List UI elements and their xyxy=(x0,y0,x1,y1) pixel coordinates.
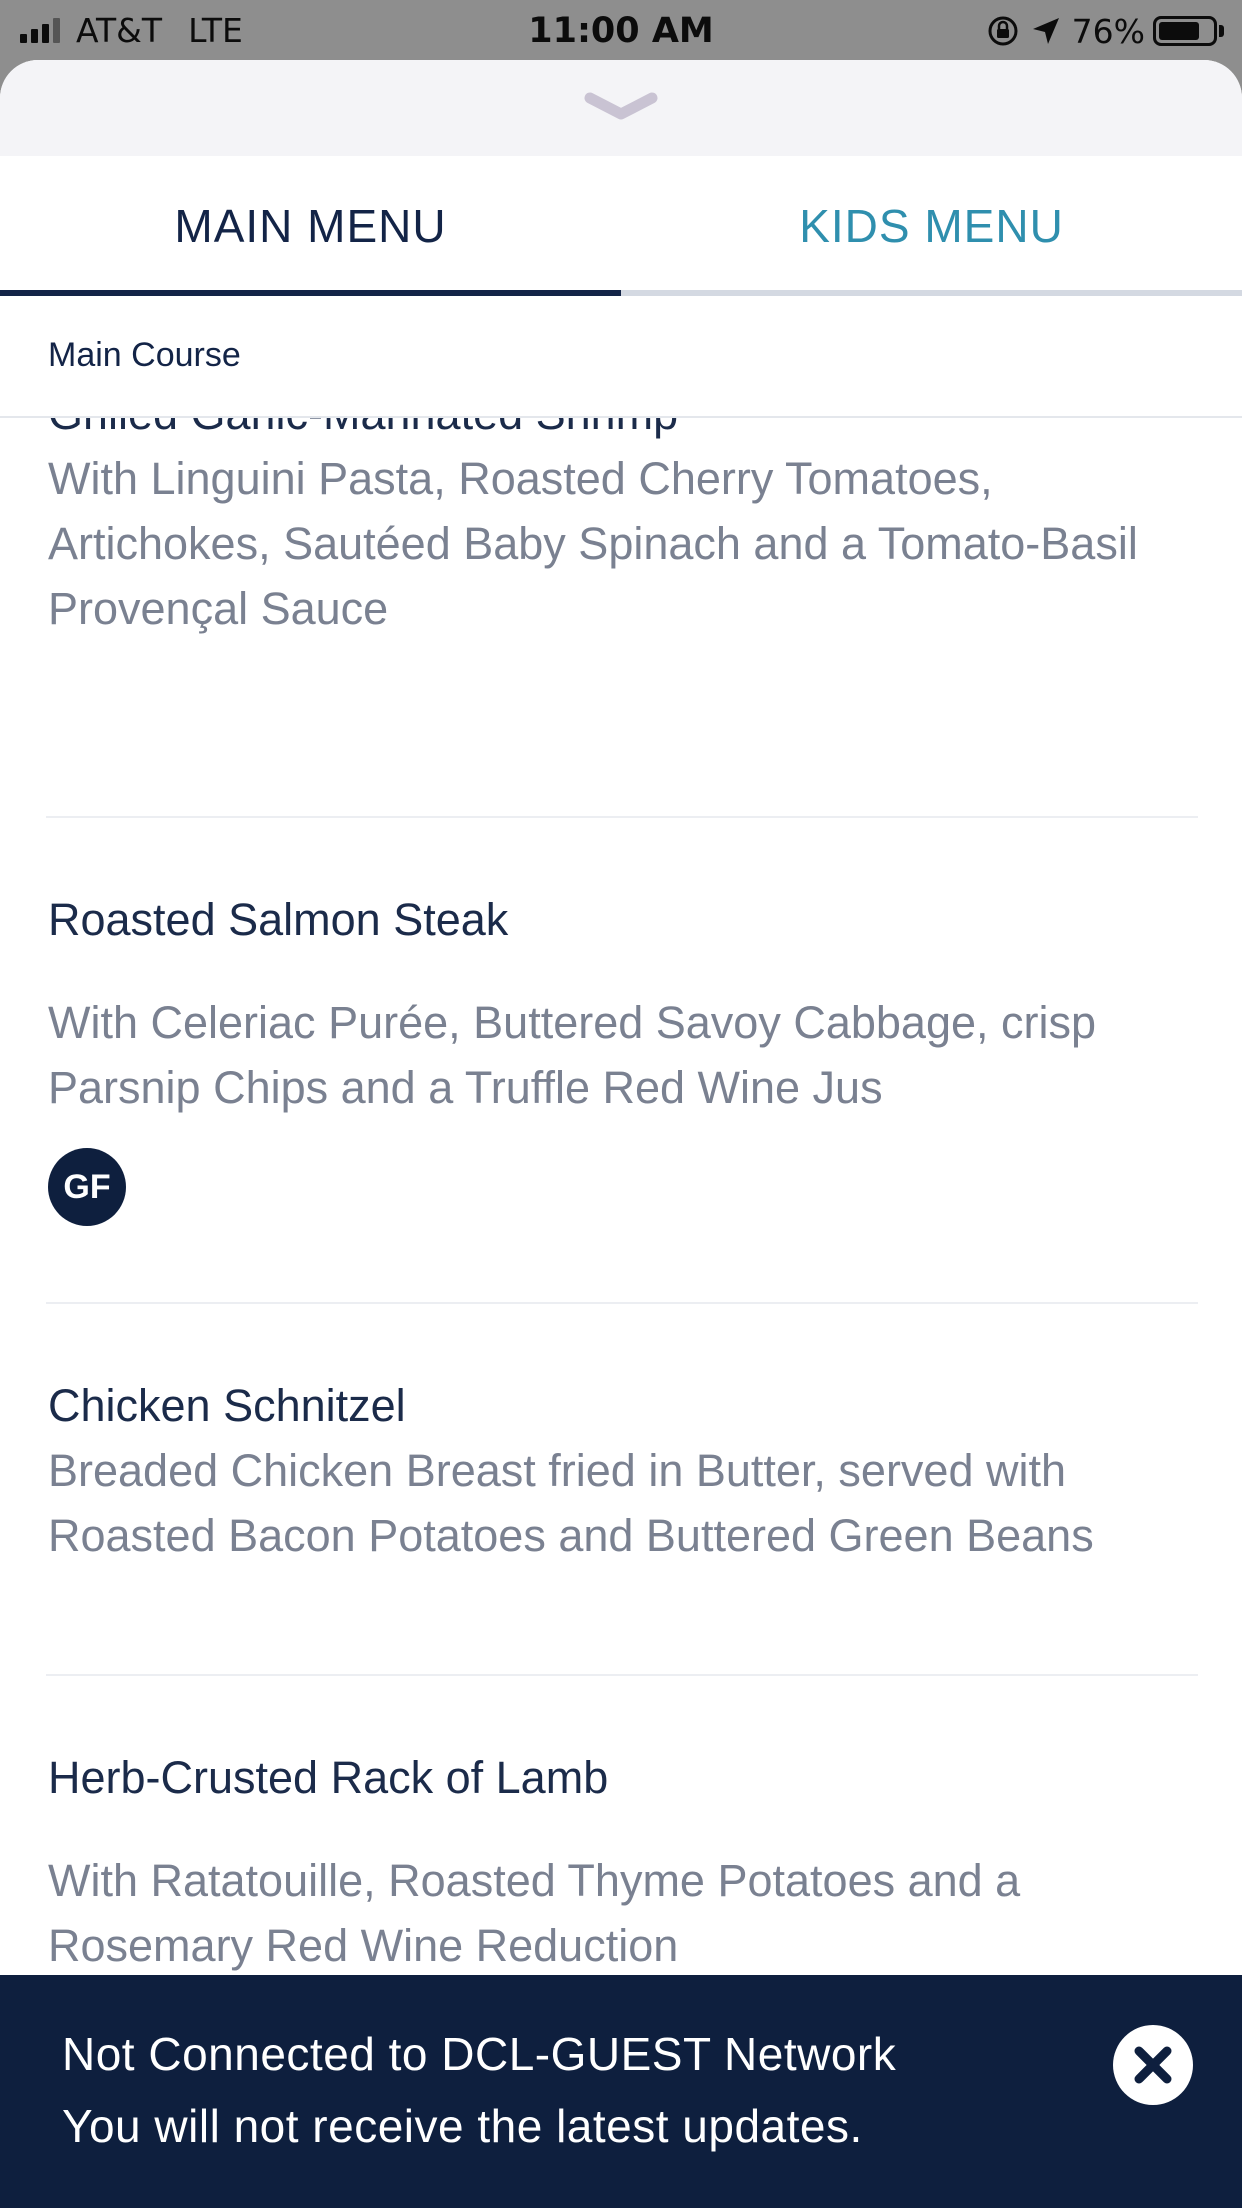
banner-message-line1: Not Connected to DCL-GUEST Network xyxy=(62,2028,897,2080)
menu-item[interactable]: Grilled Garlic-Marinated Shrimp With Lin… xyxy=(48,418,1198,641)
battery-percent: 76% xyxy=(1071,11,1145,51)
menu-item[interactable]: Roasted Salmon Steak With Celeriac Purée… xyxy=(48,890,1198,1226)
divider xyxy=(46,816,1198,818)
tab-main-menu-label: MAIN MENU xyxy=(174,200,447,252)
divider xyxy=(46,1302,1198,1304)
battery-icon xyxy=(1153,16,1217,46)
location-arrow-icon xyxy=(1032,18,1059,44)
status-bar: AT&T LTE 11:00 AM 76% xyxy=(0,0,1242,62)
close-icon[interactable] xyxy=(1131,2043,1175,2087)
menu-item-description: With Celeriac Purée, Buttered Savoy Cabb… xyxy=(48,997,1097,1113)
tab-main-menu[interactable]: MAIN MENU xyxy=(0,156,621,296)
menu-item-description: With Ratatouille, Roasted Thyme Potatoes… xyxy=(48,1855,1021,1971)
orientation-lock-icon xyxy=(988,16,1018,46)
menu-item[interactable]: Herb-Crusted Rack of Lamb With Ratatouil… xyxy=(48,1748,1198,1978)
menu-item-title: Herb-Crusted Rack of Lamb xyxy=(48,1752,609,1803)
menu-item-description: Breaded Chicken Breast fried in Butter, … xyxy=(48,1445,1094,1561)
section-title: Main Course xyxy=(48,336,241,374)
menu-item-title: Chicken Schnitzel xyxy=(48,1380,406,1431)
menu-item-title: Roasted Salmon Steak xyxy=(48,894,509,945)
divider xyxy=(46,1674,1198,1676)
status-right: 76% xyxy=(986,10,1224,52)
chevron-down-icon[interactable] xyxy=(584,90,658,124)
gluten-free-badge: GF xyxy=(48,1148,126,1226)
menu-sheet: MAIN MENU KIDS MENU Main Course Grilled … xyxy=(0,60,1242,2208)
menu-item-description: With Linguini Pasta, Roasted Cherry Toma… xyxy=(48,453,1138,634)
battery-nub xyxy=(1219,25,1224,37)
banner-message-line2: You will not receive the latest updates. xyxy=(62,2100,863,2152)
menu-item-title: Grilled Garlic-Marinated Shrimp xyxy=(48,418,1198,444)
menu-list[interactable]: Grilled Garlic-Marinated Shrimp With Lin… xyxy=(0,418,1242,2038)
tab-kids-menu[interactable]: KIDS MENU xyxy=(621,156,1242,296)
sheet-handle[interactable] xyxy=(0,60,1242,156)
menu-tabs: MAIN MENU KIDS MENU xyxy=(0,156,1242,296)
menu-item[interactable]: Chicken Schnitzel Breaded Chicken Breast… xyxy=(48,1376,1198,1568)
tab-kids-menu-label: KIDS MENU xyxy=(799,200,1064,252)
battery-fill xyxy=(1159,22,1199,40)
section-header: Main Course xyxy=(0,296,1242,418)
banner-close-button[interactable] xyxy=(1113,2025,1193,2105)
network-warning-banner: Not Connected to DCL-GUEST Network You w… xyxy=(0,1975,1242,2208)
